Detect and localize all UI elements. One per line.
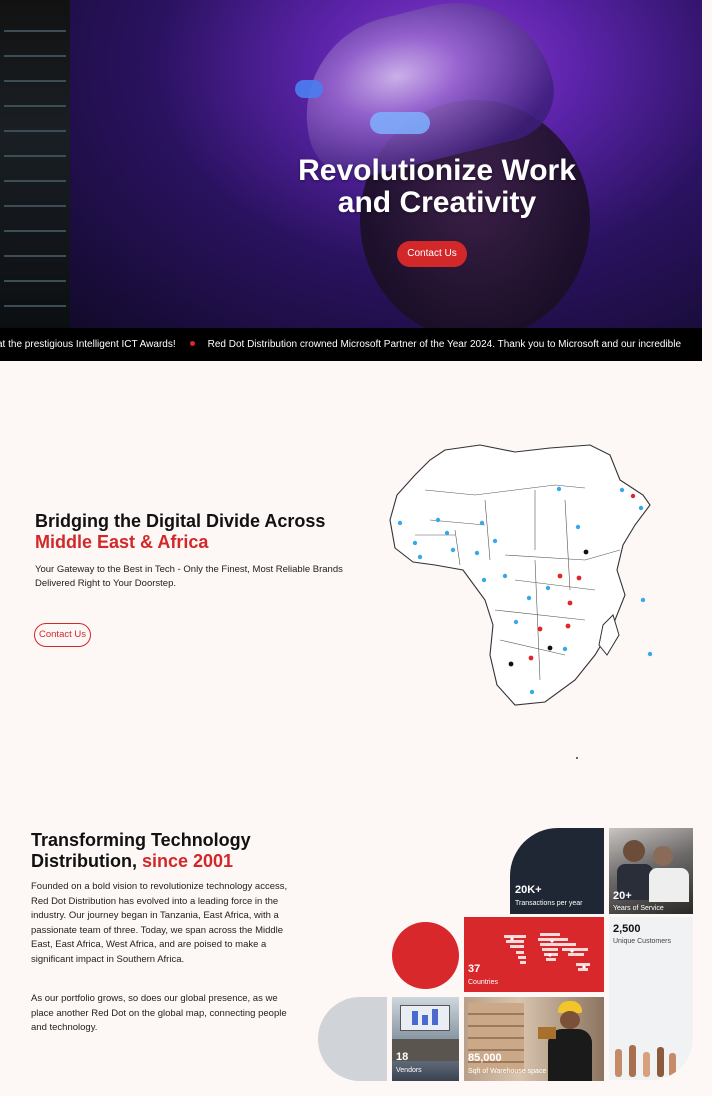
about-heading-line1: Transforming Technology <box>31 830 251 850</box>
stat-label: Transactions per year <box>515 900 583 907</box>
ticker-item[interactable]: Red Dot Distribution crowned Microsoft P… <box>208 339 681 350</box>
stat-label: Unique Customers <box>613 938 671 945</box>
news-ticker: at the prestigious Intelligent ICT Award… <box>0 328 702 361</box>
decor-gray-pill <box>318 997 387 1081</box>
stat-tile-transactions: 20K+ Transactions per year <box>510 828 604 914</box>
about-heading: Transforming Technology Distribution, si… <box>31 830 251 872</box>
bridge-subtitle-line1: Your Gateway to the Best in Tech - Only … <box>35 564 343 575</box>
about-heading-line2b: since 2001 <box>142 851 234 871</box>
server-rack-image <box>0 0 70 328</box>
stat-label: Countries <box>468 979 498 986</box>
about-heading-line2a: Distribution, <box>31 851 142 871</box>
bridge-subtitle-line2: Delivered Right to Your Doorstep. <box>35 578 176 589</box>
stat-label: Vendors <box>396 1067 422 1074</box>
stat-value: 20K+ <box>515 884 542 896</box>
stat-tile-vendors: 18 Vendors <box>392 997 459 1081</box>
stat-value: 2,500 <box>613 923 641 935</box>
stat-value: 85,000 <box>468 1052 502 1064</box>
bridge-heading: Bridging the Digital Divide Across Middl… <box>35 511 325 553</box>
bridge-heading-line1: Bridging the Digital Divide Across <box>35 511 326 531</box>
decor-red-circle <box>392 922 459 989</box>
stat-value: 20+ <box>613 890 632 902</box>
decor-dot <box>576 757 578 759</box>
stat-tile-customers: 2,500 Unique Customers <box>609 917 693 1080</box>
about-paragraph-1: Founded on a bold vision to revolutioniz… <box>31 881 288 965</box>
stat-label: Years of Service <box>613 905 664 912</box>
stat-value: 37 <box>468 963 481 975</box>
about-paragraph-2: As our portfolio grows, so does our glob… <box>31 993 287 1034</box>
stat-tile-countries: 37 Countries <box>464 917 604 992</box>
ticker-separator-dot <box>189 341 195 347</box>
ticker-item[interactable]: at the prestigious Intelligent ICT Award… <box>0 339 176 350</box>
bridge-subtitle: Your Gateway to the Best in Tech - Only … <box>35 563 355 591</box>
hero-title-line1: Revolutionize Work <box>298 154 576 187</box>
hero-contact-button[interactable]: Contact Us <box>397 241 467 267</box>
bridge-heading-line2: Middle East & Africa <box>35 532 209 552</box>
stat-tile-warehouse: 85,000 Sqft of Warehouse space <box>464 997 604 1081</box>
stat-value: 18 <box>396 1051 409 1063</box>
hero-title: Revolutionize Work and Creativity <box>252 155 622 219</box>
hero-banner: Revolutionize Work and Creativity Contac… <box>0 0 702 328</box>
page: Revolutionize Work and Creativity Contac… <box>0 0 712 1096</box>
world-map-icon <box>504 933 590 971</box>
africa-map <box>389 444 653 706</box>
stat-label: Sqft of Warehouse space <box>468 1068 547 1075</box>
hero-title-line2: and Creativity <box>337 186 537 219</box>
bridge-contact-button[interactable]: Contact Us <box>34 623 91 647</box>
stat-tile-years: 20+ Years of Service <box>609 828 693 914</box>
